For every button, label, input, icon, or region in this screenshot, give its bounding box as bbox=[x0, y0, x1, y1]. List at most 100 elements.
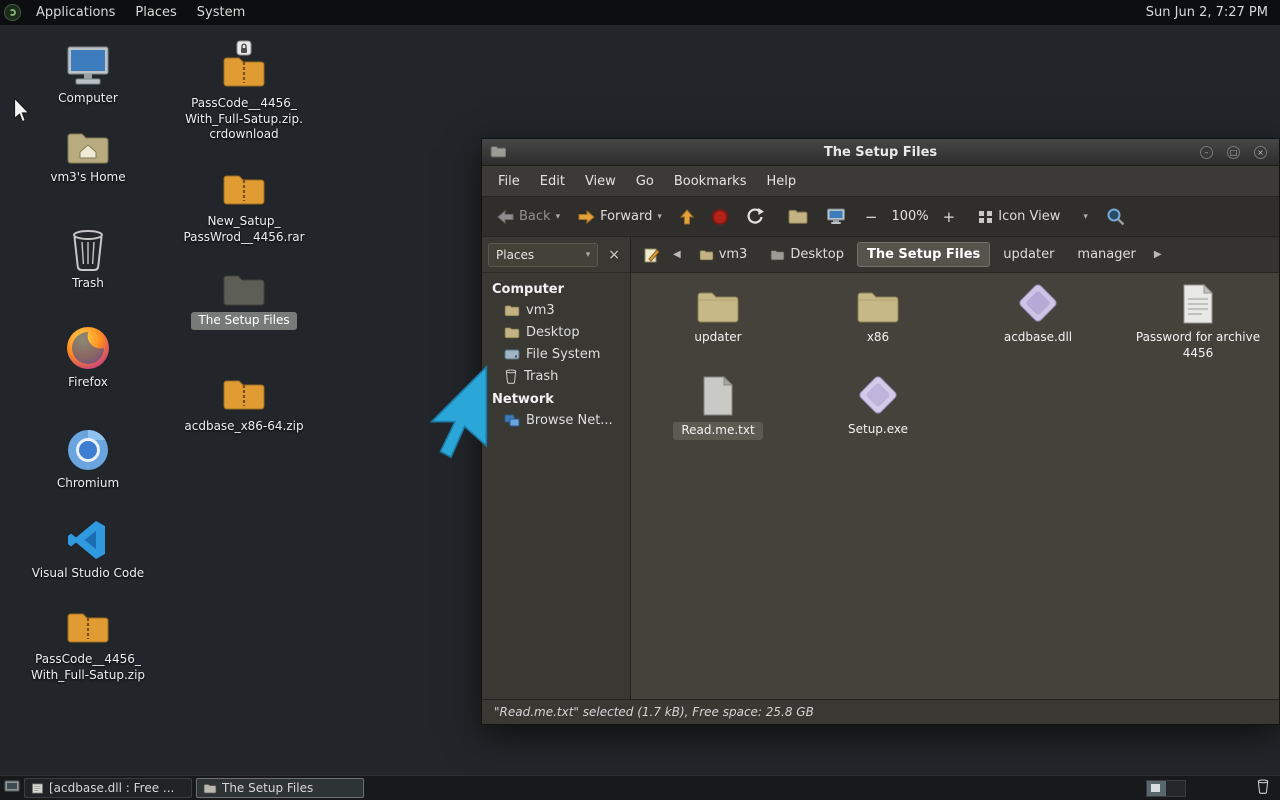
desktop-icon-rar[interactable]: New_Satup_ PassWrod__4456.rar bbox=[169, 170, 319, 245]
desktop-icon-label: New_Satup_ PassWrod__4456.rar bbox=[183, 214, 305, 244]
breadcrumb-updater[interactable]: updater bbox=[993, 242, 1064, 267]
window-title: The Setup Files bbox=[823, 144, 938, 160]
desktop-icon-vscode[interactable]: Visual Studio Code bbox=[18, 518, 158, 582]
desktop-icon-label: Chromium bbox=[56, 476, 120, 490]
computer-icon bbox=[826, 208, 845, 224]
menubar: File Edit View Go Bookmarks Help bbox=[482, 166, 1279, 196]
zoom-out-button[interactable]: − bbox=[859, 206, 884, 228]
stop-button[interactable] bbox=[707, 205, 733, 229]
back-history-chevron-icon[interactable]: ▾ bbox=[556, 212, 561, 222]
breadcrumb-vm3[interactable]: vm3 bbox=[689, 242, 758, 267]
sidebar-item-filesystem[interactable]: File System bbox=[482, 344, 630, 366]
breadcrumb-the-setup-files[interactable]: The Setup Files bbox=[856, 242, 991, 267]
file-setup-exe[interactable]: Setup.exe bbox=[803, 373, 953, 438]
menu-go[interactable]: Go bbox=[626, 169, 664, 194]
view-mode-dropdown[interactable]: Icon View ▾ bbox=[973, 205, 1093, 228]
trash-icon bbox=[505, 369, 517, 384]
desktop-icon-home[interactable]: vm3's Home bbox=[28, 128, 148, 186]
taskbar-window-acdbase[interactable]: [acdbase.dll : Free ... bbox=[24, 778, 192, 798]
archive-icon bbox=[67, 613, 109, 643]
side-pane-selector[interactable]: Places ▾ bbox=[488, 242, 599, 267]
workspace-1[interactable] bbox=[1147, 780, 1166, 796]
file-read-me-txt[interactable]: Read.me.txt bbox=[643, 373, 793, 440]
desktop-icon-crdownload[interactable]: PassCode__4456_ With_Full-Satup.zip. crd… bbox=[169, 40, 319, 143]
desktop-icon-chromium[interactable]: Chromium bbox=[28, 428, 148, 492]
forward-arrow-icon bbox=[578, 209, 595, 224]
vscode-icon bbox=[68, 521, 105, 559]
menu-applications[interactable]: Applications bbox=[27, 2, 124, 23]
toolbar: Back ▾ Forward ▾ − 100% + Icon View ▾ bbox=[482, 196, 1279, 237]
large-blue-arrow-pointer bbox=[430, 364, 488, 459]
up-arrow-icon bbox=[679, 208, 694, 224]
sidebar-section-network: Network bbox=[492, 392, 554, 407]
desktop-icon-label: The Setup Files bbox=[191, 312, 297, 330]
network-icon bbox=[504, 414, 520, 427]
desktop-icon-trash[interactable]: Trash bbox=[28, 228, 148, 292]
folder-icon bbox=[771, 249, 785, 260]
breadcrumb-desktop[interactable]: Desktop bbox=[760, 242, 854, 267]
desktop-icon-label: Visual Studio Code bbox=[31, 566, 145, 580]
desktop-icon-passcode-zip[interactable]: PassCode__4456_ With_Full-Satup.zip bbox=[18, 608, 158, 683]
computer-button[interactable] bbox=[821, 204, 851, 229]
status-text: "Read.me.txt" selected (1.7 kB), Free sp… bbox=[494, 705, 814, 719]
places-chevron-icon: ▾ bbox=[585, 249, 591, 260]
zoom-level[interactable]: 100% bbox=[891, 209, 928, 224]
desktop-icon-computer[interactable]: Computer bbox=[28, 45, 148, 107]
home-button[interactable] bbox=[783, 204, 813, 229]
menu-file[interactable]: File bbox=[488, 169, 530, 194]
menu-places[interactable]: Places bbox=[126, 2, 185, 23]
sidebar-item-trash[interactable]: Trash bbox=[482, 366, 630, 388]
search-button[interactable] bbox=[1101, 203, 1130, 230]
trash-icon bbox=[73, 230, 103, 271]
refresh-button[interactable] bbox=[741, 204, 769, 229]
distro-menu-icon[interactable] bbox=[4, 4, 21, 21]
desktop-icon-label: Trash bbox=[72, 276, 104, 290]
file-updater[interactable]: updater bbox=[643, 281, 793, 346]
desktop-icon-label: Firefox bbox=[68, 375, 108, 389]
sidebar-item-vm3[interactable]: vm3 bbox=[482, 300, 630, 322]
back-button[interactable]: Back ▾ bbox=[492, 205, 565, 228]
menu-system[interactable]: System bbox=[188, 2, 254, 23]
forward-history-chevron-icon[interactable]: ▾ bbox=[657, 212, 662, 222]
breadcrumb-scroll-left-icon[interactable]: ◀ bbox=[668, 246, 686, 263]
breadcrumb-scroll-right-icon[interactable]: ▶ bbox=[1149, 246, 1167, 263]
minimize-button[interactable]: – bbox=[1200, 145, 1213, 159]
folder-icon bbox=[699, 249, 713, 260]
folder-icon bbox=[504, 327, 520, 339]
desktop-icon-firefox[interactable]: Firefox bbox=[28, 325, 148, 391]
desktop-icon-setup-files[interactable]: The Setup Files bbox=[169, 270, 319, 330]
menu-help[interactable]: Help bbox=[756, 169, 806, 194]
back-arrow-icon bbox=[497, 209, 514, 224]
desktop-icon-label: PassCode__4456_ With_Full-Satup.zip bbox=[30, 652, 146, 682]
up-button[interactable] bbox=[675, 205, 699, 229]
executable-file-icon bbox=[859, 376, 897, 414]
workspace-switcher[interactable] bbox=[1146, 779, 1186, 797]
menu-view[interactable]: View bbox=[575, 169, 626, 194]
archive-icon bbox=[223, 380, 265, 410]
desktop-icon-label: PassCode__4456_ With_Full-Satup.zip. crd… bbox=[185, 96, 303, 142]
file-x86[interactable]: x86 bbox=[803, 281, 953, 346]
file-view[interactable]: updater x86 acdbase.dll Password for arc… bbox=[631, 273, 1279, 699]
trash-applet-icon[interactable] bbox=[1256, 779, 1270, 798]
close-button[interactable]: × bbox=[1254, 145, 1267, 159]
menu-edit[interactable]: Edit bbox=[530, 169, 575, 194]
file-acdbase-dll[interactable]: acdbase.dll bbox=[963, 281, 1113, 346]
sidebar-item-desktop[interactable]: Desktop bbox=[482, 322, 630, 344]
zoom-in-button[interactable]: + bbox=[937, 206, 962, 228]
file-password-for-archive[interactable]: Password for archive 4456 bbox=[1123, 281, 1273, 361]
top-panel: Applications Places System Sun Jun 2, 7:… bbox=[0, 0, 1280, 25]
maximize-button[interactable]: □ bbox=[1227, 145, 1240, 159]
taskbar-window-setup-files[interactable]: The Setup Files bbox=[196, 778, 364, 798]
breadcrumb-manager[interactable]: manager bbox=[1067, 242, 1145, 267]
side-pane-close-icon[interactable]: × bbox=[602, 246, 626, 264]
edit-location-button[interactable] bbox=[639, 243, 665, 267]
clock[interactable]: Sun Jun 2, 7:27 PM bbox=[1146, 5, 1280, 20]
titlebar[interactable]: The Setup Files – □ × bbox=[482, 139, 1279, 166]
workspace-2[interactable] bbox=[1166, 780, 1185, 796]
chromium-icon bbox=[68, 430, 108, 470]
forward-button[interactable]: Forward ▾ bbox=[573, 205, 667, 228]
desktop-icon-acdbase-zip[interactable]: acdbase_x86-64.zip bbox=[169, 375, 319, 435]
menu-bookmarks[interactable]: Bookmarks bbox=[664, 169, 757, 194]
show-desktop-icon[interactable] bbox=[4, 779, 20, 798]
sidebar-item-browse-network[interactable]: Browse Net... bbox=[482, 410, 630, 432]
